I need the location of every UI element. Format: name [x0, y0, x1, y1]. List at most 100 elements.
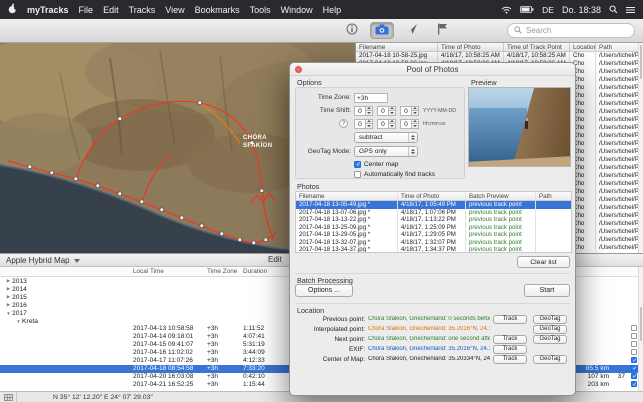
dialog-photos-column-header[interactable]: Filename	[296, 192, 398, 200]
menubar-menu-tools[interactable]: Tools	[250, 5, 271, 15]
disclosure-expanded-icon[interactable]: ▼	[15, 319, 22, 324]
track-cell: 0:42:10	[240, 373, 290, 381]
cursor-coordinates: N 35° 12' 12.20" E 24° 07' 29.03"	[53, 394, 153, 401]
disclosure-collapsed-icon[interactable]: ▶	[5, 294, 12, 300]
track-cell: 2017-04-17 11:07:26	[130, 357, 204, 365]
track-table-scrollbar[interactable]	[638, 267, 643, 391]
center-map-checkbox[interactable]	[354, 161, 361, 168]
menubar-menu-bookmarks[interactable]: Bookmarks	[195, 5, 240, 15]
track-button[interactable]: Track	[493, 345, 527, 354]
dialog-photo-row[interactable]: 2017-04-18 13-13-22.jpg *4/18/17, 1:13:2…	[296, 216, 571, 224]
menubar-menu-help[interactable]: Help	[323, 5, 342, 15]
photo-pool-cell: /Users/tichel/Pictures/2017	[596, 220, 643, 228]
track-visible-checkbox[interactable]	[631, 381, 637, 387]
apple-menu-icon[interactable]	[8, 3, 17, 16]
column-header-local-time[interactable]: Local Time	[133, 268, 164, 275]
photo-pool-column-header[interactable]: Time of Track Point	[504, 43, 570, 51]
geotag-button[interactable]: GeoTag	[533, 355, 567, 364]
photo-pool-column-header[interactable]: Time of Photo	[438, 43, 504, 51]
dialog-photo-row[interactable]: 2017-04-18 13-05-49.jpg *4/18/17, 1:05:4…	[296, 201, 571, 209]
dialog-photo-row[interactable]: 2017-04-18 13-29-05.jpg *4/18/17, 1:29:0…	[296, 231, 571, 239]
dialog-photo-cell: previous track point	[466, 209, 536, 217]
location-row-label: EXIF:	[295, 346, 365, 353]
menu-bar: myTracks File Edit Tracks View Bookmarks Tool…	[0, 0, 643, 19]
track-visible-checkbox[interactable]	[631, 365, 637, 371]
dialog-photo-cell	[536, 239, 572, 247]
date-shift-year-stepper[interactable]: 0	[354, 106, 373, 116]
track-cell: 2017-04-21 16:52:25	[130, 381, 204, 389]
dialog-photos-column-header[interactable]: Batch Preview	[466, 192, 536, 200]
time-shift-second-stepper[interactable]: 0	[400, 119, 419, 129]
dialog-photos-column-header[interactable]: Time of Photo	[398, 192, 466, 200]
dialog-photo-row[interactable]: 2017-04-18 13-07-06.jpg *4/18/17, 1:07:0…	[296, 209, 571, 217]
time-shift-hour-stepper[interactable]: 0	[354, 119, 373, 129]
menubar-clock[interactable]: Do. 18:38	[562, 5, 601, 15]
geotag-button[interactable]: GeoTag	[533, 335, 567, 344]
disclosure-collapsed-icon[interactable]: ▶	[5, 278, 12, 284]
photo-pool-column-header[interactable]: Path	[596, 43, 643, 51]
track-visible-checkbox[interactable]	[631, 333, 637, 339]
menubar-menu-file[interactable]: File	[79, 5, 94, 15]
photo-pool-column-header[interactable]: Location	[570, 43, 596, 51]
map-type-selector[interactable]: Apple Hybrid Map	[6, 255, 80, 266]
track-button[interactable]: Track	[493, 315, 527, 324]
toolbar-button-navigate[interactable]	[400, 22, 424, 39]
geotag-button[interactable]: GeoTag	[533, 315, 567, 324]
track-cell: 107 km	[570, 373, 612, 381]
time-zone-field[interactable]: +3h	[354, 93, 388, 103]
track-visible-checkbox[interactable]	[631, 325, 637, 331]
toolbar-button-info[interactable]	[340, 22, 364, 39]
time-shift-minute-stepper[interactable]: 0	[377, 119, 396, 129]
toolbar-button-bookmarks[interactable]	[430, 22, 454, 39]
battery-icon[interactable]	[520, 6, 534, 13]
batch-options-button[interactable]: Options ...	[295, 284, 353, 297]
edit-button[interactable]: Edit	[268, 255, 282, 264]
year-label: 2013	[12, 278, 27, 285]
menubar-menu-view[interactable]: View	[165, 5, 184, 15]
dialog-photo-cell	[536, 216, 572, 224]
dialog-photo-cell: 2017-04-18 13-05-49.jpg *	[296, 201, 398, 209]
track-visible-checkbox[interactable]	[631, 373, 637, 379]
track-button[interactable]: Track	[493, 355, 527, 364]
track-button[interactable]: Track	[493, 335, 527, 344]
photo-pool-scrollbar[interactable]	[638, 43, 643, 253]
start-button[interactable]: Start	[524, 284, 570, 297]
photo-pool-column-header[interactable]: Filename	[356, 43, 438, 51]
dialog-photo-row[interactable]: 2017-04-18 13-32-07.jpg *4/18/17, 1:32:0…	[296, 239, 571, 247]
dialog-photo-row[interactable]: 2017-04-18 13-34-37.jpg *4/18/17, 1:34:3…	[296, 246, 571, 253]
track-visible-checkbox[interactable]	[631, 357, 637, 363]
notification-center-icon[interactable]	[626, 6, 635, 14]
menubar-menu-window[interactable]: Window	[281, 5, 313, 15]
auto-find-tracks-checkbox[interactable]	[354, 171, 361, 178]
shift-mode-popup[interactable]: subtract	[354, 132, 418, 143]
dialog-photos-column-header[interactable]: Path	[536, 192, 572, 200]
column-header-time-zone[interactable]: Time Zone	[207, 268, 237, 275]
menubar-menu-tracks[interactable]: Tracks	[129, 5, 156, 15]
track-visible-checkbox[interactable]	[631, 349, 637, 355]
close-icon[interactable]	[295, 66, 302, 73]
grid-toggle-icon[interactable]	[0, 392, 17, 402]
wifi-icon[interactable]	[501, 6, 512, 14]
clear-list-button[interactable]: Clear list	[517, 256, 570, 268]
date-shift-month-stepper[interactable]: 0	[377, 106, 396, 116]
disclosure-expanded-icon[interactable]: ▼	[5, 311, 12, 316]
track-cell: 5:31:19	[240, 341, 290, 349]
toolbar-button-photos[interactable]	[370, 22, 394, 39]
dialog-photo-cell: previous track point	[466, 231, 536, 239]
geotag-mode-popup[interactable]: GPS only	[354, 146, 418, 157]
column-header-duration[interactable]: Duration	[243, 268, 267, 275]
input-language-label[interactable]: DE	[542, 5, 554, 15]
dialog-photo-row[interactable]: 2017-04-18 13-25-09.jpg *4/18/17, 1:25:0…	[296, 224, 571, 232]
disclosure-collapsed-icon[interactable]: ▶	[5, 302, 12, 308]
disclosure-collapsed-icon[interactable]: ▶	[5, 286, 12, 292]
photo-pool-row[interactable]: 2017-04-18 10-58-25.jpg4/18/17, 10:58:25…	[356, 52, 643, 60]
menubar-status-area: DE Do. 18:38	[501, 5, 635, 15]
track-visible-checkbox[interactable]	[631, 341, 637, 347]
menubar-menu-edit[interactable]: Edit	[103, 5, 119, 15]
app-menu-title[interactable]: myTracks	[27, 5, 69, 15]
geotag-button[interactable]: GeoTag	[533, 325, 567, 334]
date-shift-day-stepper[interactable]: 0	[400, 106, 419, 116]
help-button[interactable]: ?	[339, 119, 348, 128]
spotlight-icon[interactable]	[609, 5, 618, 14]
search-input[interactable]: Search	[507, 23, 635, 38]
